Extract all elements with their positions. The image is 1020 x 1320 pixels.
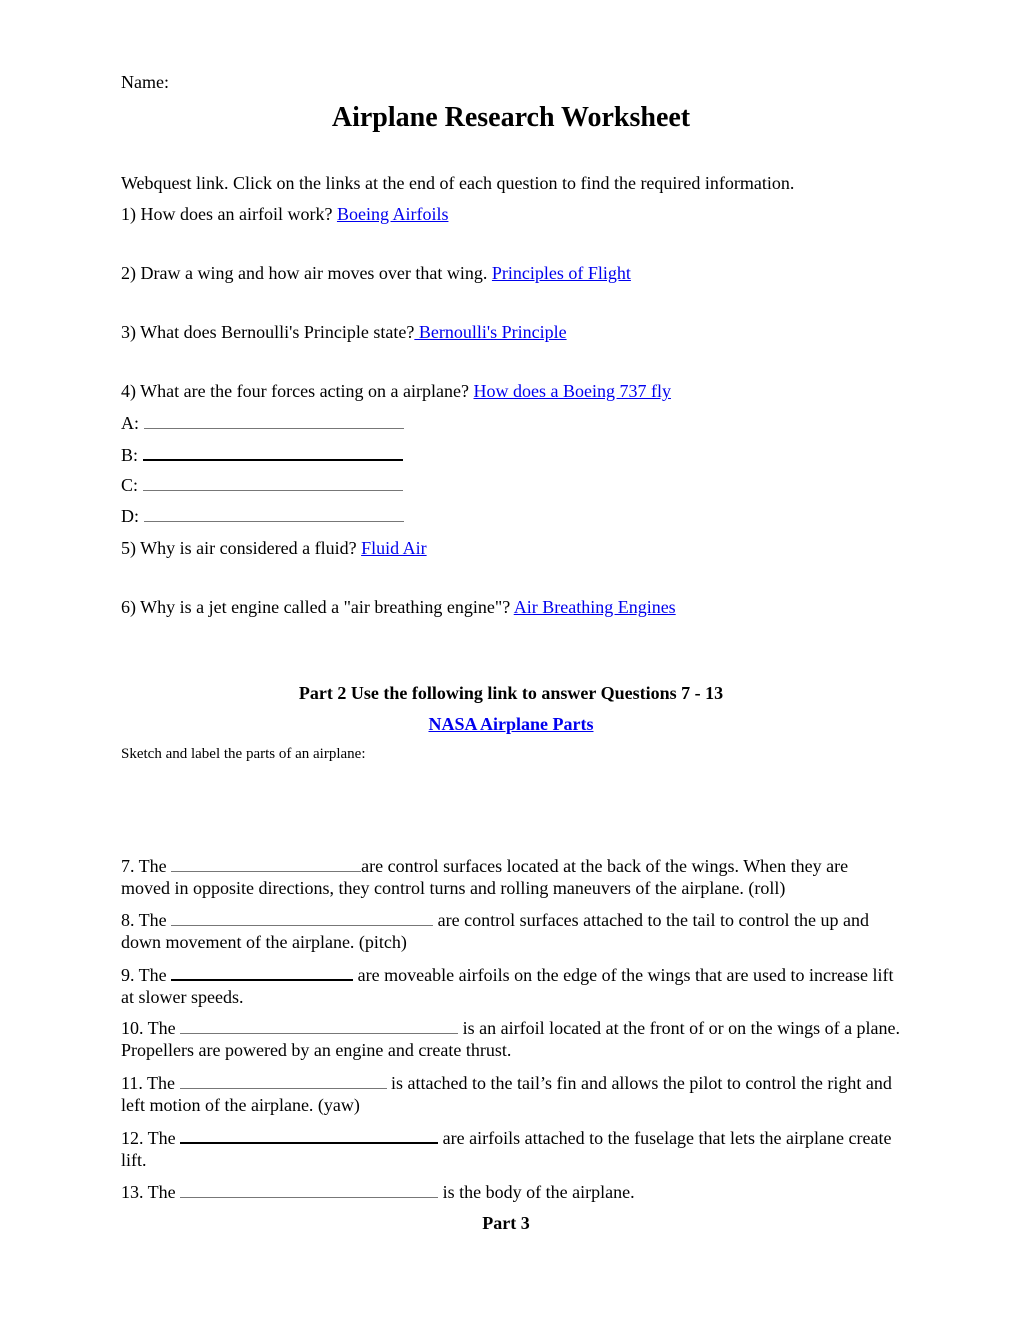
force-a-label: A: bbox=[121, 413, 139, 433]
question-5-text: 5) Why is air considered a fluid? bbox=[121, 538, 362, 558]
link-bernoullis-principle[interactable]: Bernoulli's Principle bbox=[414, 322, 567, 342]
link-boeing-737[interactable]: How does a Boeing 737 fly bbox=[474, 381, 671, 401]
question-5: 5) Why is air considered a fluid? Fluid … bbox=[121, 537, 427, 559]
question-13-number: 13. The bbox=[121, 1182, 181, 1202]
question-12-number: 12. The bbox=[121, 1128, 181, 1148]
question-8-number: 8. The bbox=[121, 910, 172, 930]
question-2: 2) Draw a wing and how air moves over th… bbox=[121, 262, 631, 284]
name-label: Name: bbox=[121, 72, 169, 92]
question-11: 11. The is attached to the tail’s fin an… bbox=[121, 1072, 901, 1116]
force-a-blank[interactable] bbox=[143, 412, 404, 429]
question-12: 12. The are airfoils attached to the fus… bbox=[121, 1126, 901, 1171]
force-d-label: D: bbox=[121, 506, 139, 526]
force-b-label: B: bbox=[121, 445, 139, 465]
question-10: 10. The is an airfoil located at the fro… bbox=[121, 1017, 901, 1061]
link-principles-of-flight[interactable]: Principles of Flight bbox=[492, 263, 631, 283]
sketch-prompt: Sketch and label the parts of an airplan… bbox=[121, 746, 366, 762]
intro-text: Webquest link. Click on the links at the… bbox=[121, 173, 795, 193]
link-air-breathing-engines[interactable]: Air Breathing Engines bbox=[514, 597, 676, 617]
question-1-text: 1) How does an airfoil work? bbox=[121, 204, 337, 224]
question-4: 4) What are the four forces acting on a … bbox=[121, 380, 671, 402]
question-8-blank[interactable] bbox=[171, 909, 434, 926]
page-title: Airplane Research Worksheet bbox=[331, 102, 691, 133]
question-11-blank[interactable] bbox=[179, 1072, 387, 1089]
force-c-label: C: bbox=[121, 475, 139, 495]
question-3-text: 3) What does Bernoulli's Principle state… bbox=[121, 322, 415, 342]
question-7-blank[interactable] bbox=[171, 855, 362, 872]
question-3: 3) What does Bernoulli's Principle state… bbox=[121, 321, 567, 343]
question-7: 7. The are control surfaces located at t… bbox=[121, 855, 901, 899]
link-boeing-airfoils[interactable]: Boeing Airfoils bbox=[337, 204, 449, 224]
force-b-blank[interactable] bbox=[142, 443, 403, 461]
part2-link-row: NASA Airplane Parts bbox=[121, 713, 901, 735]
question-13: 13. The is the body of the airplane. bbox=[121, 1181, 901, 1203]
force-d-blank[interactable] bbox=[143, 505, 404, 522]
force-b-row: B: bbox=[121, 443, 403, 466]
part3-heading: Part 3 bbox=[482, 1213, 530, 1233]
question-4-text: 4) What are the four forces acting on a … bbox=[121, 381, 474, 401]
question-1: 1) How does an airfoil work? Boeing Airf… bbox=[121, 203, 448, 225]
question-11-number: 11. The bbox=[121, 1073, 180, 1093]
part2-heading: Part 2 Use the following link to answer … bbox=[298, 683, 724, 703]
question-2-text: 2) Draw a wing and how air moves over th… bbox=[121, 263, 492, 283]
link-fluid-air[interactable]: Fluid Air bbox=[361, 538, 427, 558]
question-6-text: 6) Why is a jet engine called a "air bre… bbox=[121, 597, 514, 617]
question-13-text: is the body of the airplane. bbox=[438, 1182, 635, 1202]
question-10-number: 10. The bbox=[121, 1018, 181, 1038]
force-d-row: D: bbox=[121, 505, 404, 527]
force-c-blank[interactable] bbox=[142, 474, 403, 491]
question-9-number: 9. The bbox=[121, 965, 172, 985]
force-a-row: A: bbox=[121, 412, 404, 434]
question-7-number: 7. The bbox=[121, 856, 172, 876]
force-c-row: C: bbox=[121, 474, 403, 496]
question-13-blank[interactable] bbox=[180, 1181, 439, 1198]
question-9: 9. The are moveable airfoils on the edge… bbox=[121, 963, 901, 1008]
question-10-blank[interactable] bbox=[180, 1017, 459, 1034]
question-9-blank[interactable] bbox=[171, 963, 354, 981]
question-6: 6) Why is a jet engine called a "air bre… bbox=[121, 596, 676, 618]
question-8: 8. The are control surfaces attached to … bbox=[121, 909, 901, 953]
link-nasa-airplane-parts[interactable]: NASA Airplane Parts bbox=[428, 714, 593, 734]
question-12-blank[interactable] bbox=[180, 1126, 439, 1144]
